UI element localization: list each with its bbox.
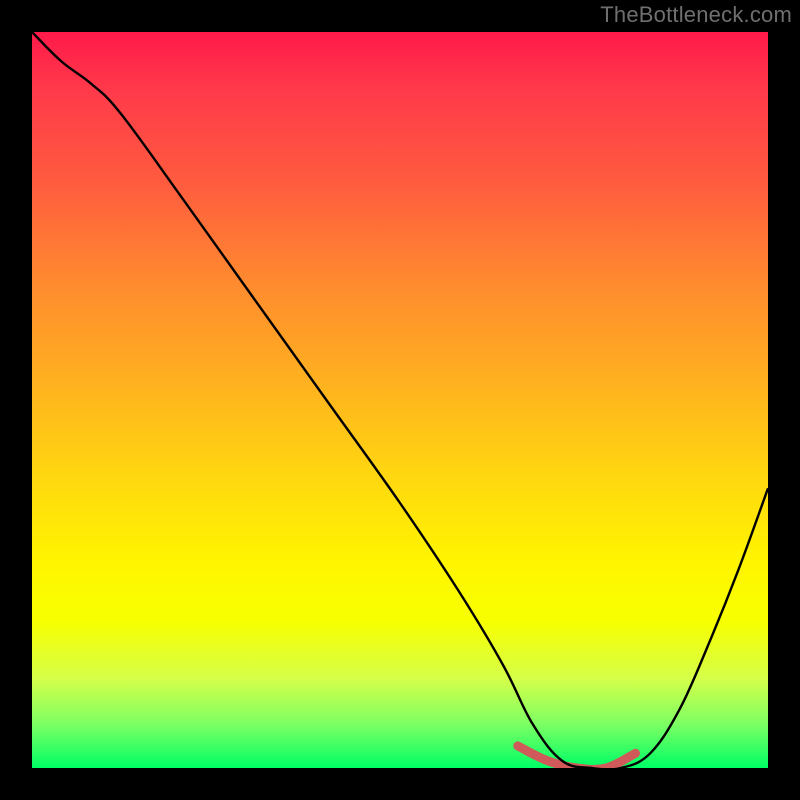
- plot-area: [32, 32, 768, 768]
- chart-frame: TheBottleneck.com: [0, 0, 800, 800]
- watermark-text: TheBottleneck.com: [600, 2, 792, 28]
- curve-svg: [32, 32, 768, 768]
- bottleneck-curve: [32, 32, 768, 768]
- valley-highlight: [518, 746, 636, 768]
